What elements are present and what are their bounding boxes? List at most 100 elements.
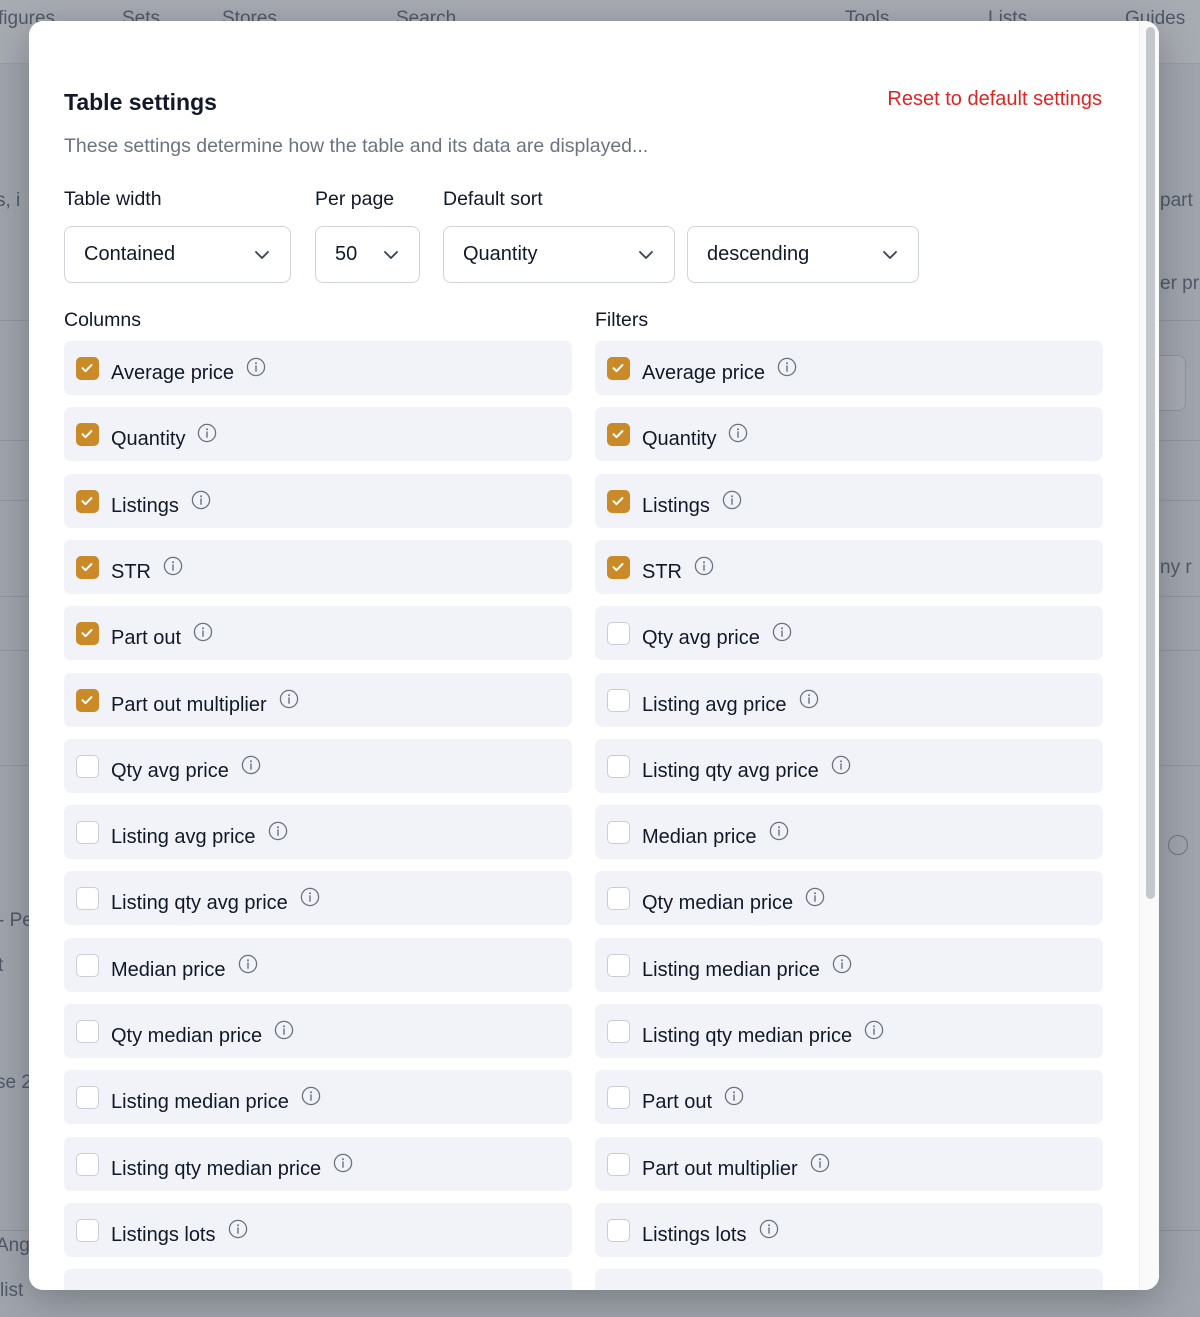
checkbox[interactable] <box>607 357 630 380</box>
checkbox[interactable] <box>607 1153 630 1176</box>
columns-option-row[interactable]: Qty avg price <box>64 739 572 793</box>
info-icon[interactable] <box>769 821 789 841</box>
filters-option-row[interactable]: Part out multiplier <box>595 1137 1103 1191</box>
filters-option-row[interactable]: Listing qty median price <box>595 1004 1103 1058</box>
info-icon[interactable] <box>238 954 258 974</box>
option-label: Median price <box>111 959 226 981</box>
filters-option-row[interactable]: Listing qty avg price <box>595 739 1103 793</box>
checkbox[interactable] <box>607 1020 630 1043</box>
table-width-select[interactable]: Contained <box>64 226 291 283</box>
reset-defaults-link[interactable]: Reset to default settings <box>887 88 1102 111</box>
option-label: Average price <box>642 362 766 384</box>
info-icon[interactable] <box>772 622 792 642</box>
checkbox[interactable] <box>76 357 99 380</box>
filters-row-partial[interactable] <box>595 1269 1103 1290</box>
checkbox[interactable] <box>76 755 99 778</box>
info-icon[interactable] <box>268 821 288 841</box>
modal-scrollbar[interactable] <box>1139 21 1159 1290</box>
option-label: STR <box>642 561 682 583</box>
info-icon[interactable] <box>759 1219 779 1239</box>
info-icon[interactable] <box>777 357 797 377</box>
checkbox[interactable] <box>76 556 99 579</box>
filters-option-row[interactable]: Qty median price <box>595 871 1103 925</box>
info-icon[interactable] <box>722 490 742 510</box>
checkbox[interactable] <box>607 556 630 579</box>
filters-option-row[interactable]: Quantity <box>595 407 1103 461</box>
check-icon <box>612 497 624 506</box>
info-icon[interactable] <box>300 887 320 907</box>
info-icon[interactable] <box>228 1219 248 1239</box>
info-icon[interactable] <box>246 357 266 377</box>
columns-option-row[interactable]: Listings <box>64 474 572 528</box>
checkbox[interactable] <box>607 821 630 844</box>
checkbox[interactable] <box>607 622 630 645</box>
option-label: Listing median price <box>642 959 820 981</box>
filters-option-row[interactable]: Median price <box>595 805 1103 859</box>
columns-option-row[interactable]: STR <box>64 540 572 594</box>
info-icon[interactable] <box>724 1086 744 1106</box>
info-icon[interactable] <box>274 1020 294 1040</box>
info-icon[interactable] <box>163 556 183 576</box>
info-icon[interactable] <box>799 689 819 709</box>
sort-field-select[interactable]: Quantity <box>443 226 675 283</box>
filters-option-row[interactable]: STR <box>595 540 1103 594</box>
filters-option-row[interactable]: Listings lots <box>595 1203 1103 1257</box>
filters-option-row[interactable]: Qty avg price <box>595 606 1103 660</box>
checkbox[interactable] <box>607 423 630 446</box>
columns-option-row[interactable]: Average price <box>64 341 572 395</box>
columns-option-row[interactable]: Listing avg price <box>64 805 572 859</box>
checkbox[interactable] <box>76 1020 99 1043</box>
info-icon[interactable] <box>832 954 852 974</box>
modal-title: Table settings <box>64 89 217 115</box>
filters-option-row[interactable]: Listing avg price <box>595 673 1103 727</box>
checkbox[interactable] <box>76 423 99 446</box>
columns-option-row[interactable]: Quantity <box>64 407 572 461</box>
checkbox[interactable] <box>607 887 630 910</box>
columns-row-partial[interactable] <box>64 1269 572 1290</box>
info-icon[interactable] <box>279 689 299 709</box>
filters-option-row[interactable]: Listing median price <box>595 938 1103 992</box>
info-icon[interactable] <box>193 622 213 642</box>
scrollbar-thumb[interactable] <box>1146 27 1155 899</box>
info-icon[interactable] <box>831 755 851 775</box>
columns-option-row[interactable]: Listing median price <box>64 1070 572 1124</box>
sort-direction-select[interactable]: descending <box>687 226 919 283</box>
per-page-select[interactable]: 50 <box>315 226 420 283</box>
filters-option-row[interactable]: Part out <box>595 1070 1103 1124</box>
checkbox[interactable] <box>607 755 630 778</box>
columns-option-row[interactable]: Part out multiplier <box>64 673 572 727</box>
checkbox[interactable] <box>76 887 99 910</box>
checkbox[interactable] <box>76 821 99 844</box>
info-icon[interactable] <box>241 755 261 775</box>
info-icon[interactable] <box>694 556 714 576</box>
filters-option-row[interactable]: Average price <box>595 341 1103 395</box>
columns-option-row[interactable]: Listing qty avg price <box>64 871 572 925</box>
info-icon[interactable] <box>728 423 748 443</box>
columns-option-row[interactable]: Median price <box>64 938 572 992</box>
checkbox[interactable] <box>607 689 630 712</box>
info-icon[interactable] <box>864 1020 884 1040</box>
checkbox[interactable] <box>76 490 99 513</box>
checkbox[interactable] <box>607 1086 630 1109</box>
info-icon[interactable] <box>197 423 217 443</box>
info-icon[interactable] <box>333 1153 353 1173</box>
checkbox[interactable] <box>76 1086 99 1109</box>
checkbox[interactable] <box>76 1219 99 1242</box>
info-icon[interactable] <box>805 887 825 907</box>
check-icon <box>81 497 93 506</box>
columns-option-row[interactable]: Qty median price <box>64 1004 572 1058</box>
checkbox[interactable] <box>607 490 630 513</box>
columns-option-row[interactable]: Listing qty median price <box>64 1137 572 1191</box>
filters-option-row[interactable]: Listings <box>595 474 1103 528</box>
info-icon[interactable] <box>191 490 211 510</box>
checkbox[interactable] <box>76 622 99 645</box>
columns-option-row[interactable]: Part out <box>64 606 572 660</box>
columns-option-row[interactable]: Listings lots <box>64 1203 572 1257</box>
info-icon[interactable] <box>301 1086 321 1106</box>
checkbox[interactable] <box>76 1153 99 1176</box>
checkbox[interactable] <box>76 689 99 712</box>
checkbox[interactable] <box>607 954 630 977</box>
checkbox[interactable] <box>607 1219 630 1242</box>
info-icon[interactable] <box>810 1153 830 1173</box>
checkbox[interactable] <box>76 954 99 977</box>
